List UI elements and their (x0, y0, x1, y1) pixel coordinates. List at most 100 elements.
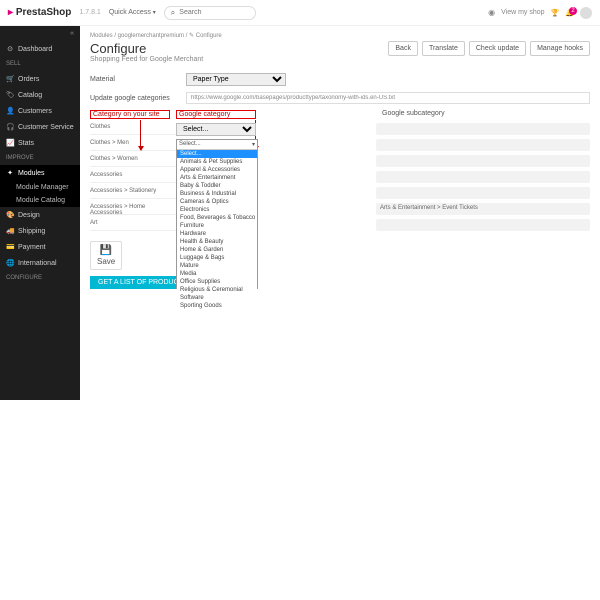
sidebar-item-shipping[interactable]: 🚚Shipping (0, 223, 80, 239)
dropdown-option[interactable]: Arts & Entertainment (177, 174, 257, 182)
dropdown-option[interactable]: Media (177, 270, 257, 278)
category-row: Art (90, 219, 590, 231)
sidebar-item-international[interactable]: 🌐International (0, 255, 80, 271)
sidebar-item-stats[interactable]: 📈Stats (0, 135, 80, 151)
subcategory-field[interactable] (376, 139, 590, 151)
save-button[interactable]: 💾 Save (90, 241, 122, 270)
dropdown-option[interactable]: Luggage & Bags (177, 254, 257, 262)
payment-icon: 💳 (6, 243, 14, 251)
search-icon: ⌕ (171, 8, 175, 18)
sidebar-item-dashboard[interactable]: ⊙Dashboard (0, 41, 80, 57)
google-category-select-wrap: Select... (176, 123, 256, 135)
subcategory-field[interactable] (376, 187, 590, 199)
subcategory-field[interactable] (376, 155, 590, 167)
topbar: ▸ PrestaShop 1.7.8.1 Quick Access ▾ ⌕ ◉ … (0, 0, 600, 26)
dropdown-option[interactable]: Mature (177, 262, 257, 270)
google-category-select-wrap: Select...▾Select...Animals & Pet Supplie… (176, 139, 256, 151)
url-input[interactable] (186, 92, 590, 104)
material-select[interactable]: Paper Type (186, 73, 286, 86)
dropdown-option[interactable]: Animals & Pet Supplies (177, 158, 257, 166)
dropdown-option[interactable]: Software (177, 294, 257, 302)
main: Modules / googlemerchantpremium / ✎ Conf… (80, 26, 600, 400)
category-name: Clothes > Women (90, 155, 176, 167)
category-row: Clothes > Women (90, 155, 590, 167)
view-shop-link[interactable]: View my shop (501, 9, 544, 16)
col-google-category: Google category (176, 110, 256, 119)
category-row: Accessories > Home Accessories Arts & Ent… (90, 203, 590, 215)
dashboard-icon: ⊙ (6, 45, 14, 53)
category-row: Clothes > MenSelect...▾Select...Animals … (90, 139, 590, 151)
dropdown-option[interactable]: Select... (177, 150, 257, 158)
sidebar-item-customer-service[interactable]: 🎧Customer Service (0, 119, 80, 135)
sidebar-item-customers[interactable]: 👤Customers (0, 103, 80, 119)
orders-icon: 🛒 (6, 75, 14, 83)
chevron-down-icon: ▾ (252, 141, 255, 148)
sidebar-item-modules[interactable]: ✦Modules (0, 165, 80, 181)
dropdown-option[interactable]: Health & Beauty (177, 238, 257, 246)
google-category-dropdown[interactable]: Select...▾Select...Animals & Pet Supplie… (176, 139, 258, 289)
arrow-icon (140, 120, 142, 150)
subcategory-field[interactable] (376, 171, 590, 183)
material-label: Material (90, 76, 180, 83)
category-headers: Category on your site Google category Go… (90, 110, 590, 119)
disk-icon: 💾 (100, 245, 112, 256)
search-input[interactable] (179, 9, 249, 16)
category-name: Clothes (90, 123, 176, 135)
translate-button[interactable]: Translate (422, 41, 465, 56)
sidebar-item-payment[interactable]: 💳Payment (0, 239, 80, 255)
dropdown-option[interactable]: Home & Garden (177, 246, 257, 254)
google-category-select[interactable]: Select... (176, 123, 256, 136)
sidebar-item-orders[interactable]: 🛒Orders (0, 71, 80, 87)
check-update-button[interactable]: Check update (469, 41, 526, 56)
customers-icon: 👤 (6, 107, 14, 115)
sidebar: « ⊙Dashboard SELL 🛒Orders 🏷Catalog 👤Cust… (0, 26, 80, 400)
category-row: Accessories > Stationery (90, 187, 590, 199)
sidebar-head-improve: IMPROVE (0, 151, 80, 165)
col-your-category: Category on your site (90, 110, 170, 119)
dropdown-option[interactable]: Apparel & Accessories (177, 166, 257, 174)
dropdown-option[interactable]: Religious & Ceremonial (177, 286, 257, 294)
design-icon: 🎨 (6, 211, 14, 219)
sidebar-sub-module-catalog[interactable]: Module Catalog (0, 194, 80, 207)
dropdown-option[interactable]: Baby & Toddler (177, 182, 257, 190)
category-row: Accessories (90, 171, 590, 183)
dropdown-option[interactable]: Furniture (177, 222, 257, 230)
stats-icon: 📈 (6, 139, 14, 147)
sidebar-head-configure: CONFIGURE (0, 271, 80, 285)
col-google-subcategory: Google subcategory (262, 110, 590, 119)
dropdown-option[interactable]: Office Supplies (177, 278, 257, 286)
sidebar-item-design[interactable]: 🎨Design (0, 207, 80, 223)
subcategory-field[interactable] (376, 219, 590, 231)
breadcrumb: Modules / googlemerchantpremium / ✎ Conf… (90, 32, 590, 39)
category-name: Accessories > Home Accessories (90, 203, 176, 215)
category-name: Accessories (90, 171, 176, 183)
search-wrap: ⌕ (164, 6, 256, 20)
shipping-icon: 🚚 (6, 227, 14, 235)
dropdown-option[interactable]: Sporting Goods (177, 302, 257, 310)
modules-icon: ✦ (6, 169, 14, 177)
category-name: Art (90, 219, 176, 231)
catalog-icon: 🏷 (6, 91, 14, 99)
collapse-sidebar[interactable]: « (0, 26, 80, 41)
bell-icon[interactable]: 🔔2 (565, 9, 574, 17)
dropdown-option[interactable]: Cameras & Optics (177, 198, 257, 206)
update-label: Update google categories (90, 95, 180, 102)
dropdown-option[interactable]: Electronics (177, 206, 257, 214)
sidebar-head-sell: SELL (0, 57, 80, 71)
subcategory-field[interactable]: Arts & Entertainment > Event Tickets (376, 203, 590, 215)
dropdown-option[interactable]: Food, Beverages & Tobacco (177, 214, 257, 222)
sidebar-sub-module-manager[interactable]: Module Manager (0, 181, 80, 194)
dropdown-option[interactable]: Hardware (177, 230, 257, 238)
quick-access[interactable]: Quick Access ▾ (109, 9, 156, 16)
sidebar-item-catalog[interactable]: 🏷Catalog (0, 87, 80, 103)
avatar[interactable] (580, 7, 592, 19)
category-name: Clothes > Men (90, 139, 176, 151)
page-title: Configure (90, 41, 203, 56)
back-button[interactable]: Back (388, 41, 418, 56)
manage-hooks-button[interactable]: Manage hooks (530, 41, 590, 56)
version: 1.7.8.1 (79, 9, 100, 16)
subcategory-field[interactable] (376, 123, 590, 135)
dropdown-option[interactable]: Business & Industrial (177, 190, 257, 198)
trophy-icon[interactable]: 🏆 (551, 9, 560, 17)
category-row: ClothesSelect... (90, 123, 590, 135)
